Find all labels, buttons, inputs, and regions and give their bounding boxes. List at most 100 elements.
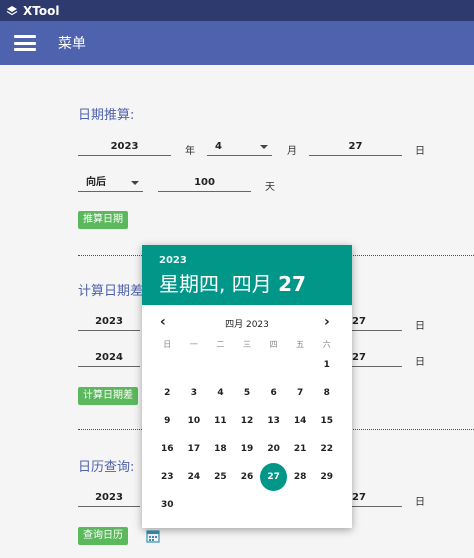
query-day-input[interactable]: 27 [352, 491, 402, 507]
query-day-unit: 日 [415, 497, 425, 508]
weekday-label: 四 [269, 340, 278, 349]
empty-day-cell [181, 351, 208, 379]
day-cell[interactable]: 10 [181, 407, 208, 435]
day-cell[interactable]: 25 [207, 463, 234, 491]
date-picker-popup: 2023 星期四, 四月 27 ‹ 四月 2023 › 日一二三四五六 1234… [142, 245, 352, 528]
day-input[interactable]: 27 [309, 140, 402, 156]
weekday-label: 三 [243, 340, 252, 349]
empty-day-cell [234, 491, 261, 519]
day-cell[interactable]: 12 [234, 407, 261, 435]
month-navigation: ‹ 四月 2023 › [142, 311, 352, 335]
empty-day-cell [181, 491, 208, 519]
weekday-label: 日 [163, 340, 172, 349]
empty-day-cell [260, 351, 287, 379]
day-cell[interactable]: 20 [260, 435, 287, 463]
offset-days-input[interactable]: 100 [158, 176, 251, 192]
calculate-date-button[interactable]: 推算日期 [78, 211, 128, 229]
day-cell[interactable]: 8 [313, 379, 340, 407]
day-cell[interactable]: 28 [287, 463, 314, 491]
year-unit-label: 年 [185, 146, 195, 157]
weekday-label: 六 [322, 340, 331, 349]
day-cell-selected[interactable]: 27 [260, 463, 287, 491]
day-cell[interactable]: 24 [181, 463, 208, 491]
empty-day-cell [207, 491, 234, 519]
week-row: 2345678 [154, 379, 340, 407]
section-title-calendar-query: 日历查询: [78, 460, 135, 475]
empty-day-cell [154, 351, 181, 379]
picker-year[interactable]: 2023 [159, 255, 352, 266]
diff-end-year-input[interactable]: 2024 [78, 351, 140, 367]
chevron-down-icon [131, 181, 139, 185]
day-cell[interactable]: 15 [313, 407, 340, 435]
empty-day-cell [207, 351, 234, 379]
empty-day-cell [287, 351, 314, 379]
weekday-header: 日一二三四五六 [154, 339, 340, 350]
chevron-right-icon[interactable]: › [324, 314, 330, 330]
diff-start-year-input[interactable]: 2023 [78, 315, 140, 331]
day-cell[interactable]: 17 [181, 435, 208, 463]
day-cell[interactable]: 29 [313, 463, 340, 491]
picker-month-label: 四月 2023 [225, 320, 269, 330]
picker-selected-date: 星期四, 四月 27 [159, 268, 352, 297]
direction-select-value: 向后 [86, 177, 106, 188]
diff-start-day-unit: 日 [415, 321, 425, 332]
hamburger-menu-icon[interactable] [14, 35, 36, 51]
day-cell[interactable]: 30 [154, 491, 181, 519]
window-title: XTool [23, 3, 60, 18]
day-cell[interactable]: 16 [154, 435, 181, 463]
weekday-label: 二 [216, 340, 225, 349]
day-cell[interactable]: 26 [234, 463, 261, 491]
day-cell[interactable]: 1 [313, 351, 340, 379]
month-select-value: 4 [215, 141, 222, 152]
day-cell[interactable]: 23 [154, 463, 181, 491]
day-cell[interactable]: 18 [207, 435, 234, 463]
query-year-input[interactable]: 2023 [78, 491, 140, 507]
week-row: 9 10 11 12 13 14 15 [154, 407, 340, 435]
date-picker-header: 2023 星期四, 四月 27 [142, 245, 352, 305]
month-unit-label: 月 [287, 146, 297, 157]
day-cell[interactable]: 22 [313, 435, 340, 463]
app-bar: 菜单 [0, 21, 474, 65]
day-cell[interactable]: 3 [181, 379, 208, 407]
day-cell[interactable]: 19 [234, 435, 261, 463]
picker-date-prefix: 星期四, 四月 [159, 272, 279, 296]
day-cell[interactable]: 13 [260, 407, 287, 435]
chevron-down-icon [260, 145, 268, 149]
day-cell[interactable]: 14 [287, 407, 314, 435]
week-row: 1 [154, 351, 340, 379]
weekday-label: 一 [189, 340, 198, 349]
week-row: 23 24 25 26 27 28 29 [154, 463, 340, 491]
day-cell[interactable]: 11 [207, 407, 234, 435]
week-row: 30 [154, 491, 340, 519]
diff-end-day-unit: 日 [415, 357, 425, 368]
day-cell[interactable]: 2 [154, 379, 181, 407]
diff-end-day-input[interactable]: 27 [352, 351, 402, 367]
day-cell[interactable]: 5 [234, 379, 261, 407]
layers-icon [6, 5, 18, 15]
day-cell[interactable]: 9 [154, 407, 181, 435]
weekday-label: 五 [296, 340, 305, 349]
direction-select[interactable]: 向后 [78, 176, 143, 192]
day-cell[interactable]: 4 [207, 379, 234, 407]
day-cell[interactable]: 21 [287, 435, 314, 463]
day-cell[interactable]: 7 [287, 379, 314, 407]
offset-unit-label: 天 [265, 182, 275, 193]
empty-day-cell [313, 491, 340, 519]
query-calendar-button[interactable]: 查询日历 [78, 527, 128, 545]
day-cell[interactable]: 6 [260, 379, 287, 407]
empty-day-cell [287, 491, 314, 519]
section-title-date-diff: 计算日期差: [78, 284, 148, 299]
month-select[interactable]: 4 [207, 140, 272, 156]
day-unit-label: 日 [415, 146, 425, 157]
empty-day-cell [234, 351, 261, 379]
calculate-diff-button[interactable]: 计算日期差 [78, 387, 138, 405]
window-titlebar: XTool [0, 0, 474, 21]
calendar-icon[interactable] [146, 529, 160, 543]
empty-day-cell [260, 491, 287, 519]
year-input[interactable]: 2023 [78, 140, 171, 156]
picker-date-day: 27 [278, 272, 306, 296]
menu-label[interactable]: 菜单 [58, 33, 86, 53]
section-title-date-calc: 日期推算: [78, 108, 135, 123]
diff-start-day-input[interactable]: 27 [352, 315, 402, 331]
week-row: 16 17 18 19 20 21 22 [154, 435, 340, 463]
